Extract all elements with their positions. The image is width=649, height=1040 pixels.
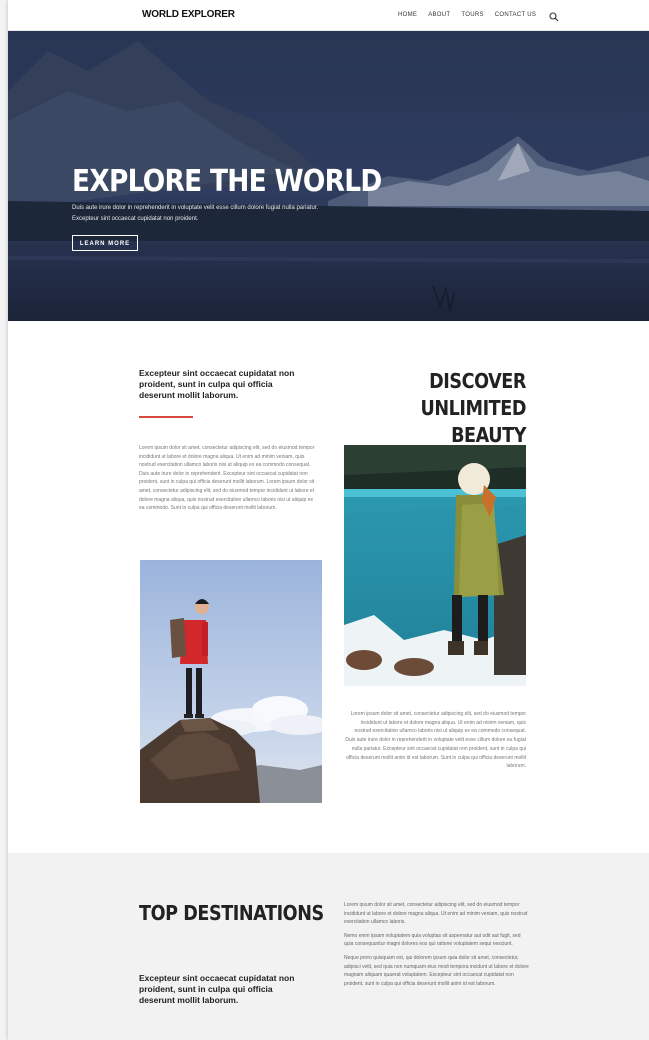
destinations-paragraph-3: Neque porro quisquam est, qui dolorem ip… xyxy=(344,954,529,987)
destinations-title: TOP DESTINATIONS xyxy=(139,901,324,925)
nav-home[interactable]: HOME xyxy=(398,12,417,18)
top-navbar: WORLD EXPLORER HOME ABOUT TOURS CONTACT … xyxy=(8,0,649,31)
destinations-paragraph-1: Lorem ipsum dolor sit amet, consectetur … xyxy=(344,902,528,926)
nav-about[interactable]: ABOUT xyxy=(428,12,450,18)
brand-logo[interactable]: WORLD EXPLORER xyxy=(142,9,235,20)
destinations-text: Lorem ipsum dolor sit amet, consectetur … xyxy=(344,901,529,993)
hero-banner: EXPLORE THE WORLD Duis aute irure dolor … xyxy=(8,31,649,321)
discover-heading-line1: DISCOVER xyxy=(429,369,526,393)
destinations-section: TOP DESTINATIONS Excepteur sint occaecat… xyxy=(8,853,649,1040)
learn-more-button[interactable]: LEARN MORE xyxy=(72,235,138,251)
hero-title: EXPLORE THE WORLD xyxy=(72,164,382,199)
discover-intro: Excepteur sint occaecat cupidatat non pr… xyxy=(139,368,295,400)
destinations-paragraph-2: Nemo enim ipsam voluptatem quia voluptas… xyxy=(344,932,521,948)
discover-paragraph-right: Lorem ipsum dolor sit amet, consectetur … xyxy=(345,711,526,770)
hero-description: Duis aute irure dolor in reprehenderit i… xyxy=(72,205,319,222)
page: WORLD EXPLORER HOME ABOUT TOURS CONTACT … xyxy=(8,0,649,1040)
nav-contact[interactable]: CONTACT US xyxy=(495,12,536,18)
accent-divider xyxy=(139,416,193,418)
nav-tours[interactable]: TOURS xyxy=(461,12,483,18)
lake-photo xyxy=(344,445,526,686)
discover-heading: DISCOVER UNLIMITED BEAUTY xyxy=(361,368,526,449)
hiker-photo xyxy=(140,560,322,803)
destinations-intro: Excepteur sint occaecat cupidatat non pr… xyxy=(139,973,295,1005)
nav-menu: HOME ABOUT TOURS CONTACT US xyxy=(398,9,559,22)
discover-paragraph-left: Lorem ipsum dolor sit amet, consectetur … xyxy=(139,445,315,512)
search-icon[interactable] xyxy=(549,9,559,22)
discover-heading-line2: UNLIMITED BEAUTY xyxy=(420,396,526,447)
